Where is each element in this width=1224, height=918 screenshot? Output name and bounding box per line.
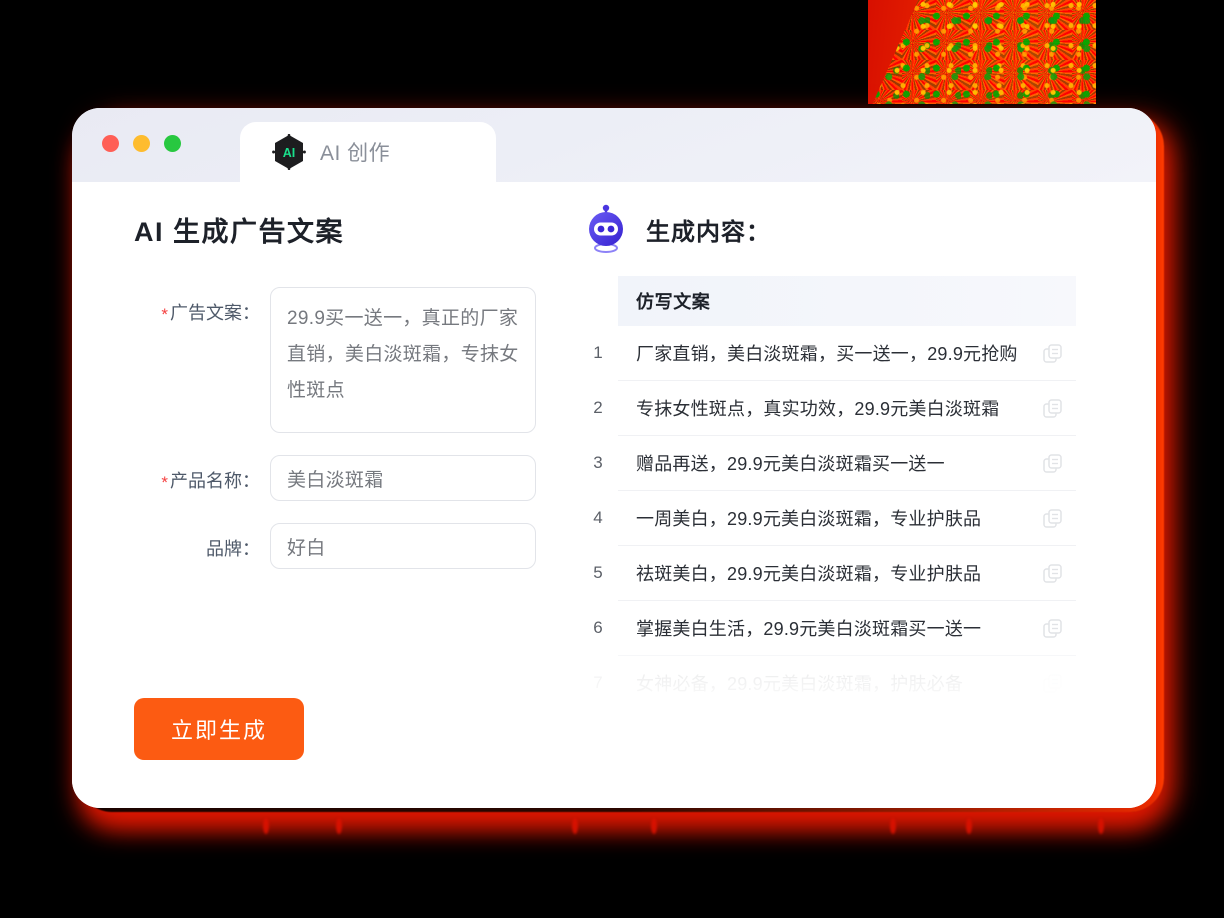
field-label-ad-copy: * 广告文案：	[134, 287, 270, 325]
table-row[interactable]: 3 赠品再送，29.9元美白淡斑霜买一送一	[593, 436, 1076, 491]
field-label-product-name: * 产品名称：	[134, 455, 270, 493]
form-pane: AI 生成广告文案 * 广告文案： 29.9买一送一，真正的厂家直销，美白淡斑霜，…	[72, 182, 584, 808]
svg-text:AI: AI	[283, 146, 296, 160]
field-label-text: 广告文案：	[170, 303, 260, 323]
row-index: 6	[593, 618, 603, 637]
row-index: 4	[593, 508, 603, 527]
copy-icon[interactable]	[1043, 673, 1062, 693]
row-index: 1	[593, 343, 603, 362]
brand-input[interactable]: 好白	[270, 523, 536, 569]
tab-label: AI 创作	[320, 142, 391, 165]
row-text: 一周美白，29.9元美白淡斑霜，专业护肤品	[636, 509, 982, 529]
copy-icon[interactable]	[1043, 618, 1062, 638]
screenshot-stage: AI AI 创作 AI 生成广告文案 * 广告文案： 29.9买一送一，真正的厂家…	[0, 0, 1224, 918]
table-row[interactable]: 4 一周美白，29.9元美白淡斑霜，专业护肤品	[593, 491, 1076, 546]
table-row[interactable]: 6 掌握美白生活，29.9元美白淡斑霜买一送一	[593, 601, 1076, 656]
robot-head-icon	[589, 204, 623, 253]
row-index: 3	[593, 453, 603, 472]
required-asterisk: *	[161, 473, 168, 492]
row-index: 2	[593, 398, 603, 417]
copy-icon[interactable]	[1043, 453, 1062, 473]
row-index: 7	[593, 673, 603, 692]
result-heading: 生成内容：	[646, 218, 771, 246]
generate-button[interactable]: 立即生成	[134, 698, 304, 760]
result-heading-row: 生成内容：	[584, 204, 1114, 254]
close-button[interactable]	[102, 135, 119, 152]
row-text: 厂家直销，美白淡斑霜，买一送一，29.9元抢购	[636, 344, 1018, 364]
window-body: AI 生成广告文案 * 广告文案： 29.9买一送一，真正的厂家直销，美白淡斑霜，…	[72, 182, 1156, 808]
traffic-lights	[102, 135, 181, 152]
minimize-button[interactable]	[133, 135, 150, 152]
table-row[interactable]: 5 祛斑美白，29.9元美白淡斑霜，专业护肤品	[593, 546, 1076, 601]
field-label-brand: 品牌：	[206, 539, 260, 559]
field-brand: 品牌： 好白	[134, 523, 584, 569]
window-titlebar: AI AI 创作	[72, 108, 1156, 182]
table-column-header: 仿写文案	[618, 276, 1076, 326]
copy-icon[interactable]	[1043, 508, 1062, 528]
result-pane: 生成内容： 仿写文案 1 厂家直销，美白淡斑霜，买一送一，29.9元抢购 2 专抹女性…	[584, 182, 1156, 808]
ai-hexagon-icon: AI	[272, 134, 306, 170]
table-row[interactable]: 7 女神必备，29.9元美白淡斑霜，护肤必备	[593, 656, 1076, 711]
product-name-input[interactable]: 美白淡斑霜	[270, 455, 536, 501]
field-ad-copy: * 广告文案： 29.9买一送一，真正的厂家直销，美白淡斑霜，专抹女性斑点	[134, 287, 584, 433]
row-text: 专抹女性斑点，真实功效，29.9元美白淡斑霜	[636, 399, 1000, 419]
page-title: AI 生成广告文案	[134, 217, 345, 247]
field-label-text: 产品名称：	[170, 471, 260, 491]
copy-icon[interactable]	[1043, 563, 1062, 583]
row-text: 祛斑美白，29.9元美白淡斑霜，专业护肤品	[636, 564, 982, 584]
ad-copy-textarea[interactable]: 29.9买一送一，真正的厂家直销，美白淡斑霜，专抹女性斑点	[270, 287, 536, 433]
app-window: AI AI 创作 AI 生成广告文案 * 广告文案： 29.9买一送一，真正的厂家…	[72, 108, 1156, 808]
row-text: 女神必备，29.9元美白淡斑霜，护肤必备	[636, 674, 964, 694]
table-row[interactable]: 2 专抹女性斑点，真实功效，29.9元美白淡斑霜	[593, 381, 1076, 436]
required-asterisk: *	[161, 305, 168, 324]
results-table: 仿写文案 1 厂家直销，美白淡斑霜，买一送一，29.9元抢购 2 专抹女性斑点，真实功…	[584, 276, 1086, 711]
table-rows: 1 厂家直销，美白淡斑霜，买一送一，29.9元抢购 2 专抹女性斑点，真实功效，29.…	[593, 326, 1076, 711]
table-row[interactable]: 1 厂家直销，美白淡斑霜，买一送一，29.9元抢购	[593, 326, 1076, 381]
row-text: 掌握美白生活，29.9元美白淡斑霜买一送一	[636, 619, 982, 639]
row-text: 赠品再送，29.9元美白淡斑霜买一送一	[636, 454, 945, 474]
tab-ai-creation[interactable]: AI AI 创作	[240, 122, 496, 182]
copy-icon[interactable]	[1043, 343, 1062, 363]
copy-icon[interactable]	[1043, 398, 1062, 418]
row-index: 5	[593, 563, 603, 582]
maximize-button[interactable]	[164, 135, 181, 152]
field-product-name: * 产品名称： 美白淡斑霜	[134, 455, 584, 501]
